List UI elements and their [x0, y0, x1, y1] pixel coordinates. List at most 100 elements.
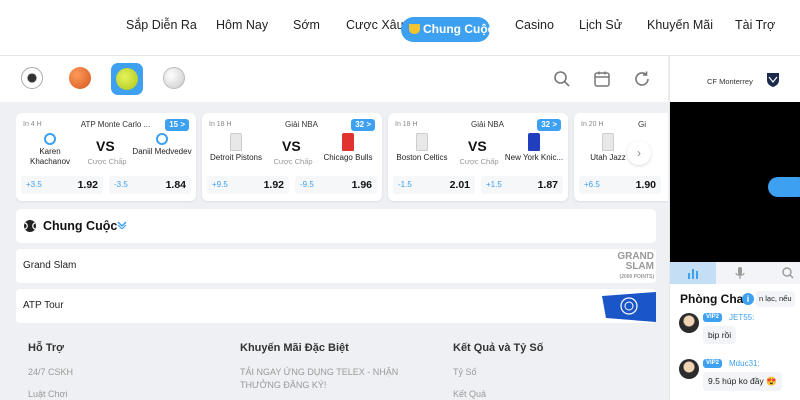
- top-navigation: Sắp Diễn Ra Hôm Nay Sớm Cược Xâu Chung C…: [0, 0, 800, 56]
- vip-badge: VIP2: [703, 359, 723, 368]
- calendar-icon[interactable]: [593, 70, 611, 88]
- match-card[interactable]: In 18 H Giải NBA 32 > Detroit Pistons VS…: [202, 113, 382, 201]
- odd-value: 1.90: [635, 179, 656, 191]
- tennis-section-icon: [24, 220, 36, 232]
- tennis-ball-icon: [116, 68, 138, 90]
- basketball-icon[interactable]: [69, 67, 91, 89]
- home-team-name: Boston Celtics: [396, 153, 448, 162]
- market-count-badge[interactable]: 32 >: [351, 119, 375, 131]
- footer-link[interactable]: Luật Chơi: [28, 388, 67, 400]
- away-odd-button[interactable]: +1.5 1.87: [481, 176, 563, 194]
- tournament-name: Grand Slam: [23, 260, 77, 271]
- league-name: ATP Monte Carlo ...: [80, 120, 151, 129]
- match-card[interactable]: In 4 H ATP Monte Carlo ... 15 > Karen Kh…: [16, 113, 196, 201]
- footer-link[interactable]: Tỷ Số: [453, 366, 477, 379]
- away-team-name: New York Knic...: [504, 153, 564, 162]
- nav-upcoming[interactable]: Sắp Diễn Ra: [126, 18, 197, 32]
- side-panel: CF Monterrey Phòng Chat i n lạc, nếu VIP…: [669, 56, 800, 400]
- nav-casino[interactable]: Casino: [515, 18, 554, 32]
- avatar: [679, 359, 699, 379]
- nav-early[interactable]: Sớm: [293, 18, 320, 32]
- market-count-badge[interactable]: 15 >: [165, 119, 189, 131]
- vs-label: VS: [282, 138, 301, 154]
- away-odd-button[interactable]: -9.5 1.96: [295, 176, 377, 194]
- chevron-down-icon[interactable]: [117, 221, 127, 229]
- stats-bar-icon: [688, 269, 698, 279]
- avatar: [679, 313, 699, 333]
- match-card[interactable]: In 20 H Gi Utah Jazz +6.5 1.90: [574, 113, 668, 201]
- market-type: Cược Chấp: [459, 157, 499, 166]
- market-count-badge[interactable]: 32 >: [537, 119, 561, 131]
- nav-today[interactable]: Hôm Nay: [216, 18, 268, 32]
- nav-promotions[interactable]: Khuyến Mãi: [647, 18, 713, 32]
- grand-slam-logo-sub: (2000 POINTS): [619, 274, 654, 280]
- jersey-icon: [416, 133, 428, 151]
- team-crest-icon: [767, 73, 779, 87]
- match-time: In 4 H: [23, 121, 42, 128]
- away-odd-button[interactable]: -3.5 1.84: [109, 176, 191, 194]
- home-odd-button[interactable]: -1.5 2.01: [393, 176, 475, 194]
- footer-promo-title: Khuyến Mãi Đặc Biệt: [240, 342, 349, 354]
- odd-value: 1.84: [165, 179, 186, 191]
- atp-tour-flag-logo: [602, 292, 656, 322]
- search-icon[interactable]: [553, 70, 571, 88]
- home-odd-button[interactable]: +9.5 1.92: [207, 176, 289, 194]
- league-name: Gi: [638, 120, 646, 129]
- handicap: +3.5: [26, 180, 42, 189]
- chat-text: bịp rồi: [703, 326, 737, 344]
- player-logo-icon: [44, 133, 56, 145]
- nav-history[interactable]: Lịch Sử: [579, 18, 622, 32]
- nav-outright-label: Chung Cuộc: [423, 22, 495, 36]
- footer-link[interactable]: 24/7 CSKH: [28, 366, 73, 379]
- vs-label: VS: [468, 138, 487, 154]
- handicap: +1.5: [486, 180, 502, 189]
- home-team-name: Detroit Pistons: [209, 153, 263, 162]
- odd-value: 1.92: [77, 179, 98, 191]
- vip-badge: VIP2: [703, 313, 723, 322]
- refresh-icon[interactable]: [633, 70, 651, 88]
- vs-label: VS: [96, 138, 115, 154]
- carousel-next-button[interactable]: ›: [627, 141, 651, 165]
- handicap: +6.5: [584, 180, 600, 189]
- jersey-icon: [528, 133, 540, 151]
- away-team: Daniil Medvedev: [132, 133, 192, 157]
- sport-selector-bar: [0, 56, 668, 102]
- match-cards-carousel: In 4 H ATP Monte Carlo ... 15 > Karen Kh…: [16, 113, 668, 203]
- live-team-name: CF Monterrey: [707, 77, 753, 86]
- match-time: In 18 H: [209, 121, 232, 128]
- footer-link[interactable]: TẢI NGAY ỨNG DỤNG TELEX - NHẬN THƯỞNG ĐĂ…: [240, 366, 415, 392]
- microphone-icon[interactable]: [735, 267, 745, 280]
- handicap: -9.5: [300, 180, 314, 189]
- nav-outright-active[interactable]: Chung Cuộc: [401, 17, 494, 42]
- chat-username: JET55:: [729, 313, 755, 322]
- baseball-icon[interactable]: [163, 67, 185, 89]
- tournament-name: ATP Tour: [23, 300, 64, 311]
- odd-value: 1.96: [351, 179, 372, 191]
- section-header[interactable]: Chung Cuộc: [16, 209, 656, 243]
- handicap: -3.5: [114, 180, 128, 189]
- grand-slam-logo: GRAND SLAM (2000 POINTS): [612, 252, 654, 281]
- match-card[interactable]: In 18 H Giải NBA 32 > Boston Celtics VS …: [388, 113, 568, 201]
- home-team-name: Karen Khachanov: [29, 147, 71, 166]
- info-icon[interactable]: i: [742, 293, 754, 305]
- main-content: In 4 H ATP Monte Carlo ... 15 > Karen Kh…: [0, 56, 668, 400]
- footer-link[interactable]: Kết Quả: [453, 388, 486, 400]
- tennis-tab-active[interactable]: [111, 63, 143, 95]
- market-type: Cược Chấp: [273, 157, 313, 166]
- home-odd-button[interactable]: +6.5 1.90: [579, 176, 661, 194]
- odd-value: 1.87: [537, 179, 558, 191]
- search-icon[interactable]: [782, 267, 794, 279]
- nav-sponsor[interactable]: Tài Trợ: [735, 18, 775, 32]
- footer-results-title: Kết Quả và Tỷ Số: [453, 342, 544, 354]
- home-odd-button[interactable]: +3.5 1.92: [21, 176, 103, 194]
- soccer-ball-icon[interactable]: [21, 67, 43, 89]
- home-team: Boston Celtics: [392, 133, 452, 163]
- jersey-icon: [230, 133, 242, 151]
- nav-parlay[interactable]: Cược Xâu: [346, 18, 404, 32]
- live-stream-toggle[interactable]: [768, 177, 800, 197]
- jersey-icon: [342, 133, 354, 151]
- tournament-row-grand-slam[interactable]: Grand Slam GRAND SLAM (2000 POINTS): [16, 249, 656, 283]
- tournament-row-atp-tour[interactable]: ATP Tour: [16, 289, 656, 323]
- section-title: Chung Cuộc: [43, 219, 118, 233]
- chat-username: Mduc31:: [729, 359, 760, 368]
